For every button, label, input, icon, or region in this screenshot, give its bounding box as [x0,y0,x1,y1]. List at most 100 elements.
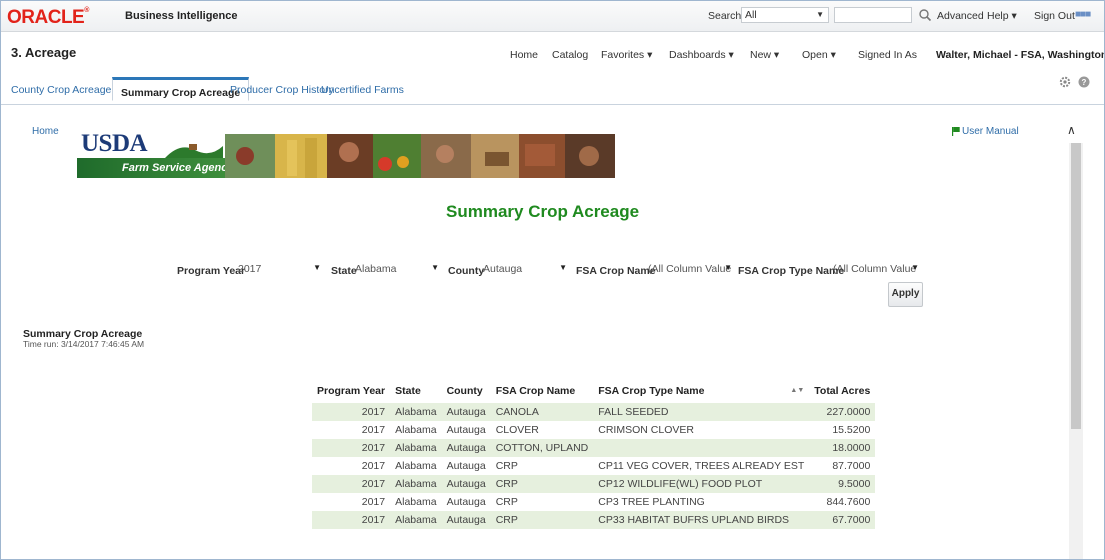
chevron-down-icon: ▼ [911,263,919,272]
nav-favorites[interactable]: Favorites ▾ [601,49,652,61]
nav-new[interactable]: New ▾ [750,49,779,61]
nav-catalog[interactable]: Catalog [552,49,588,61]
cell-county: Autauga [441,403,491,421]
cell-program-year: 2017 [312,457,391,475]
sort-arrows-icon[interactable]: ▲▼ [790,387,804,394]
col-fsa-crop-name[interactable]: FSA Crop Name [490,379,594,403]
cell-total-acres: 227.0000 [809,403,876,421]
user-manual-link[interactable]: User Manual [952,126,1019,137]
vertical-scrollbar[interactable] [1069,143,1083,559]
home-link[interactable]: Home [32,126,59,137]
table-row: 2017 Alabama Autauga CRP CP33 HABITAT BUFRS … [312,511,876,529]
table-row: 2017 Alabama Autauga CRP CP3 TREE PLANTING 84… [312,493,876,511]
scrollbar-thumb[interactable] [1071,143,1081,429]
search-label: Search [708,10,742,22]
col-fsa-crop-type-name-label: FSA Crop Type Name [598,385,705,397]
fsa-crop-type-name-select[interactable]: (All Column Value ▼ [833,259,919,279]
table-row: 2017 Alabama Autauga CRP CP11 VEG COVER, TRE… [312,457,876,475]
cell-total-acres: 18.0000 [809,439,876,457]
table-row: 2017 Alabama Autauga CANOLA FALL SEEDED 227.0… [312,403,876,421]
county-select[interactable]: Autauga ▼ [483,259,567,279]
cell-county: Autauga [441,421,491,439]
table-header-row: Program Year State County FSA Crop Name … [312,379,876,403]
cell-county: Autauga [441,493,491,511]
apply-button[interactable]: Apply [888,282,923,307]
cell-fsa-crop-type-name: FALL SEEDED [593,403,810,421]
report-title: Summary Crop Acreage [446,202,640,221]
cell-total-acres: 15.5200 [809,421,876,439]
cell-fsa-crop-type-name [593,439,810,457]
cell-program-year: 2017 [312,475,391,493]
gear-icon[interactable] [1059,76,1071,88]
nav-open[interactable]: Open ▾ [802,49,836,61]
more-dots-icon[interactable]: ■■■ [1075,9,1091,20]
scroll-up-arrow-icon[interactable]: ∧ [1067,123,1076,137]
cell-program-year: 2017 [312,439,391,457]
sign-out-link[interactable]: Sign Out [1034,10,1075,22]
col-county[interactable]: County [441,379,491,403]
search-scope-select[interactable]: All ▼ [741,7,829,23]
state-value: Alabama [355,263,397,275]
cell-program-year: 2017 [312,511,391,529]
help-menu[interactable]: Help ▾ [987,10,1017,22]
search-input[interactable] [834,7,912,23]
col-total-acres[interactable]: Total Acres [809,379,876,403]
tab-producer-crop-history[interactable]: Producer Crop History [230,84,334,96]
tab-uncertified-farms[interactable]: Uncertified Farms [321,84,404,96]
help-icon[interactable]: ? [1078,76,1090,88]
agriculture-photo-collage [225,134,615,178]
program-year-value: 2017 [238,263,262,275]
cell-fsa-crop-type-name: CP33 HABITAT BUFRS UPLAND BIRDS [593,511,810,529]
cell-program-year: 2017 [312,403,391,421]
cell-state: Alabama [390,403,442,421]
nav-dashboards[interactable]: Dashboards ▾ [669,49,734,61]
cell-total-acres: 844.7600 [809,493,876,511]
advanced-link[interactable]: Advanced [937,10,984,22]
signed-in-user-menu[interactable]: Walter, Michael - FSA, Washington, DC ▾ [936,49,1104,61]
cell-fsa-crop-name: CRP [490,493,594,511]
state-label: State [331,265,357,277]
table-row: 2017 Alabama Autauga CRP CP12 WILDLIFE(WL) F… [312,475,876,493]
cell-total-acres: 9.5000 [809,475,876,493]
cell-fsa-crop-type-name: CP12 WILDLIFE(WL) FOOD PLOT [593,475,810,493]
table-row: 2017 Alabama Autauga COTTON, UPLAND 18.0000 [312,439,876,457]
fsa-crop-name-select[interactable]: (All Column Value ▼ [648,259,732,279]
chevron-down-icon: ▼ [559,263,567,272]
state-select[interactable]: Alabama ▼ [355,259,439,279]
dashboard-content: Home USDA Farm Service Agency User Manua… [1,105,1104,559]
user-manual-label: User Manual [962,126,1019,137]
oracle-logo[interactable]: ORACLE® [7,7,89,29]
cell-fsa-crop-name: CLOVER [490,421,594,439]
table-row: 2017 Alabama Autauga CLOVER CRIMSON CLOVER 15… [312,421,876,439]
cell-total-acres: 87.7000 [809,457,876,475]
program-year-select[interactable]: 2017 ▼ [238,259,321,279]
col-program-year[interactable]: Program Year [312,379,391,403]
search-icon[interactable] [918,8,932,22]
top-bar: ORACLE® Business Intelligence Search All… [1,1,1104,32]
tab-summary-crop-acreage[interactable]: Summary Crop Acreage [112,77,250,101]
cell-county: Autauga [441,457,491,475]
nav-home[interactable]: Home [510,49,538,61]
usda-logo: USDA Farm Service Agency [77,130,233,178]
county-label: County [448,265,485,277]
cell-county: Autauga [441,511,491,529]
cell-county: Autauga [441,475,491,493]
county-value: Autauga [483,263,523,275]
usda-banner: USDA Farm Service Agency [77,130,615,178]
cell-fsa-crop-type-name: CRIMSON CLOVER [593,421,810,439]
chevron-down-icon: ▼ [313,263,321,272]
cell-fsa-crop-type-name: CP11 VEG COVER, TREES ALREADY EST [593,457,810,475]
cell-total-acres: 67.7000 [809,511,876,529]
chevron-down-icon: ▼ [431,263,439,272]
chevron-down-icon: ▼ [816,10,824,19]
cell-fsa-crop-name: CRP [490,457,594,475]
cell-state: Alabama [390,475,442,493]
tab-county-crop-acreage[interactable]: County Crop Acreage [11,84,111,96]
cell-program-year: 2017 [312,493,391,511]
svg-text:?: ? [1082,78,1087,87]
col-fsa-crop-type-name[interactable]: FSA Crop Type Name ▲▼ [593,379,810,403]
program-year-label: Program Year [177,265,246,277]
cell-fsa-crop-name: CRP [490,511,594,529]
agency-strip: Farm Service Agency [77,158,233,178]
col-state[interactable]: State [390,379,442,403]
